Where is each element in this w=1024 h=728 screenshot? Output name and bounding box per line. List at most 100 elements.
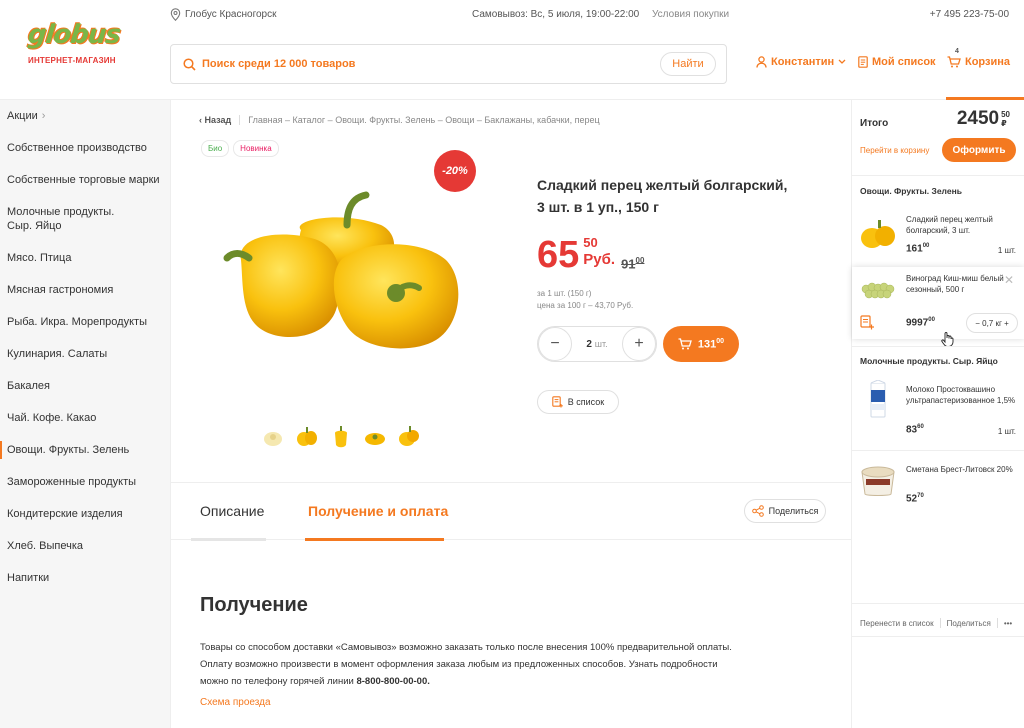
cart-item-image: [870, 380, 886, 418]
sidebar-item-drinks[interactable]: Напитки: [0, 562, 170, 594]
tab-underline-active: [305, 538, 444, 541]
my-list-label: Мой список: [872, 56, 936, 68]
cart-item-grapes[interactable]: Виноград Киш-миш белый сезонный, 500 г 9…: [852, 267, 1024, 347]
go-to-cart-link[interactable]: Перейти в корзину: [860, 146, 929, 155]
close-icon[interactable]: ✕: [1004, 273, 1014, 287]
cart-icon: [947, 56, 961, 68]
purchase-terms-link[interactable]: Условия покупки: [652, 9, 729, 20]
user-account-button[interactable]: Константин: [756, 56, 846, 68]
sidebar-item-own-production[interactable]: Собственное производство: [0, 132, 170, 164]
decrease-quantity-button[interactable]: −: [538, 327, 572, 361]
catalog-sidebar: Акции › Собственное производство Собствен…: [0, 100, 170, 728]
sidebar-item-label: Мясо. Птица: [7, 252, 72, 264]
sidebar-item-frozen[interactable]: Замороженные продукты: [0, 466, 170, 498]
search-input[interactable]: [202, 58, 660, 70]
sidebar-item-fish[interactable]: Рыба. Икра. Морепродукты: [0, 306, 170, 338]
old-price-rubles: 91: [621, 256, 636, 272]
delivery-line-2: Оплату возможно произвести в момент офор…: [200, 659, 718, 670]
cart-item-price-kopecks: 00: [922, 243, 930, 249]
topbar: Глобус Красногорск Самовывоз: Вс, 5 июля…: [170, 0, 1024, 30]
thumbnail-4[interactable]: [363, 425, 387, 449]
thumbnail-2[interactable]: [295, 425, 319, 449]
list-add-icon[interactable]: [860, 315, 874, 330]
sidebar-item-own-brands[interactable]: Собственные торговые марки: [0, 164, 170, 196]
price-currency: Руб.: [583, 251, 616, 268]
sidebar-item-label: Напитки: [7, 572, 50, 584]
quantity-value[interactable]: 2 шт.: [586, 339, 607, 350]
sidebar-item-label: Молочные продукты. Сыр. Яйцо: [7, 206, 115, 232]
mini-cart-footer: Перенести в список Поделиться •••: [860, 618, 1012, 628]
logo-tagline: ИНТЕРНЕТ-МАГАЗИН: [28, 56, 116, 65]
search-icon: [183, 57, 196, 71]
sidebar-item-label: Бакалея: [7, 380, 51, 392]
breadcrumb: ‹ Назад Главная – Каталог – Овощи. Фрукт…: [199, 115, 600, 125]
add-to-cart-total: 13100: [698, 338, 724, 351]
share-cart-link[interactable]: Поделиться: [947, 619, 991, 628]
delivery-section-title: Получение: [200, 594, 308, 616]
sidebar-item-confectionery[interactable]: Кондитерские изделия: [0, 498, 170, 530]
price-per-100g: цена за 100 г – 43,70 Руб.: [537, 301, 634, 310]
sidebar-item-label: Хлеб. Выпечка: [7, 540, 84, 552]
divider: [852, 450, 1024, 451]
tab-delivery-payment[interactable]: Получение и оплата: [308, 503, 448, 519]
cart-item-price-kopecks: 00: [928, 317, 935, 323]
search-button[interactable]: Найти: [660, 52, 716, 76]
sidebar-item-label: Рыба. Икра. Морепродукты: [7, 316, 147, 328]
cart-item-qty: 1 шт.: [997, 246, 1016, 255]
tab-description[interactable]: Описание: [200, 503, 264, 519]
cart-item-image: [861, 282, 895, 299]
divider: [852, 636, 1024, 637]
pickup-slot[interactable]: Самовывоз: Вс, 5 июля, 19:00-22:00: [472, 9, 639, 20]
add-to-cart-button[interactable]: 13100: [663, 326, 739, 362]
old-price: 9100: [621, 256, 644, 271]
hotline-phone[interactable]: +7 495 223-75-00: [930, 9, 1009, 20]
cart-button[interactable]: 4 Корзина: [947, 48, 1010, 68]
back-link[interactable]: ‹ Назад: [199, 115, 241, 125]
globus-logo[interactable]: globus ИНТЕРНЕТ-МАГАЗИН: [26, 20, 121, 65]
thumbnail-1[interactable]: [261, 425, 285, 449]
cart-total-currency: ₽: [1001, 119, 1007, 128]
move-to-list-link[interactable]: Перенести в список: [860, 619, 934, 628]
cart-item-milk[interactable]: Молоко Простоквашино ультрапастеризованн…: [852, 376, 1024, 446]
cart-item-name: Сметана Брест-Литовск 20%: [906, 465, 1013, 474]
increase-quantity-button[interactable]: +: [621, 327, 656, 361]
sidebar-item-grocery[interactable]: Бакалея: [0, 370, 170, 402]
store-location[interactable]: Глобус Красногорск: [170, 8, 277, 21]
sidebar-item-label: Акции: [7, 110, 38, 122]
hotline-number[interactable]: 8-800-800-00-00.: [356, 676, 429, 687]
divider: [939, 618, 941, 628]
add-total-kopecks: 00: [716, 337, 725, 345]
site-header: globus ИНТЕРНЕТ-МАГАЗИН Глобус Красногор…: [0, 0, 1024, 100]
directions-link[interactable]: Схема проезда: [200, 697, 271, 708]
cart-item-sour-cream[interactable]: Сметана Брест-Литовск 20% 5270: [852, 456, 1024, 520]
sidebar-item-culinary[interactable]: Кулинария. Салаты: [0, 338, 170, 370]
checkout-button[interactable]: Оформить: [942, 138, 1016, 162]
breadcrumb-path[interactable]: Главная – Каталог – Овощи. Фрукты. Зелен…: [248, 115, 599, 125]
thumbnail-5[interactable]: [397, 425, 421, 449]
sidebar-item-meat-deli[interactable]: Мясная гастрономия: [0, 274, 170, 306]
cart-item-qty: 1 шт.: [997, 427, 1016, 436]
unit-info: за 1 шт. (150 г) цена за 100 г – 43,70 Р…: [537, 288, 633, 312]
cart-item-name: Молоко Простоквашино ультрапастеризованн…: [906, 385, 1016, 405]
sidebar-item-bakery[interactable]: Хлеб. Выпечка: [0, 530, 170, 562]
product-image-yellow-peppers[interactable]: [221, 190, 471, 360]
sidebar-item-tea-coffee[interactable]: Чай. Кофе. Какао: [0, 402, 170, 434]
more-options-icon[interactable]: •••: [1004, 619, 1012, 628]
sidebar-item-meat[interactable]: Мясо. Птица: [0, 242, 170, 274]
my-list-button[interactable]: Мой список: [858, 56, 936, 68]
divider: [996, 618, 998, 628]
cart-item-weight-stepper[interactable]: − 0,7 кг +: [966, 313, 1018, 333]
sidebar-item-dairy[interactable]: Молочные продукты. Сыр. Яйцо: [0, 196, 170, 242]
cart-item-pepper[interactable]: Сладкий перец желтый болгарский, 3 шт. 1…: [852, 206, 1024, 266]
sidebar-item-vegetables[interactable]: Овощи. Фрукты. Зелень: [0, 434, 170, 466]
product-title: Сладкий перец желтый болгарский, 3 шт. в…: [537, 177, 788, 215]
delivery-line-3: можно по телефону горячей линии 8-800-80…: [200, 673, 760, 690]
sidebar-item-label: Чай. Кофе. Какао: [7, 412, 97, 424]
add-to-list-button[interactable]: В список: [537, 390, 619, 414]
share-button[interactable]: Поделиться: [744, 499, 826, 523]
sidebar-item-label: Кондитерские изделия: [7, 508, 123, 520]
price-kopecks: 50: [583, 235, 598, 250]
thumbnail-3[interactable]: [329, 425, 353, 449]
product-page: ‹ Назад Главная – Каталог – Овощи. Фрукт…: [170, 100, 852, 728]
sidebar-item-promotions[interactable]: Акции ›: [0, 100, 170, 132]
